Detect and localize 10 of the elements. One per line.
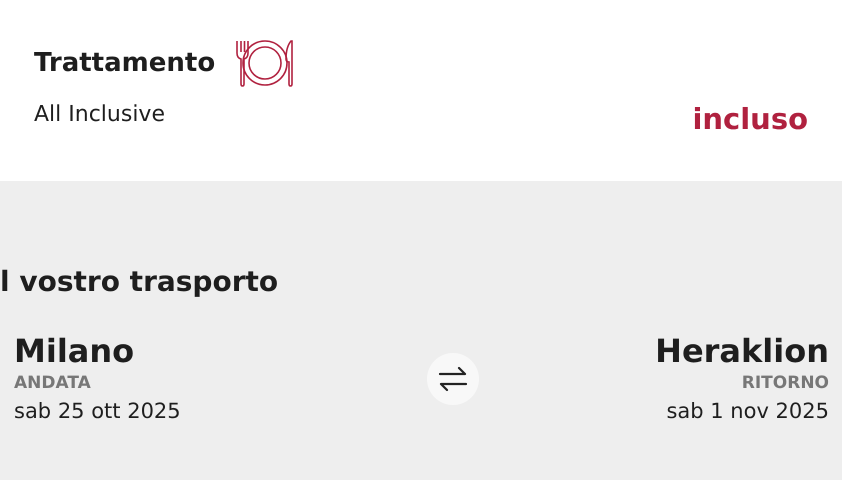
board-price: incluso bbox=[692, 102, 808, 136]
leg-date: sab 25 ott 2025 bbox=[14, 399, 181, 424]
leg-date: sab 1 nov 2025 bbox=[666, 399, 829, 424]
leg-label: RITORNO bbox=[742, 373, 829, 394]
city-name: Milano bbox=[14, 334, 136, 370]
board-title: Trattamento bbox=[34, 48, 216, 78]
transport-title: l vostro trasporto bbox=[0, 265, 280, 298]
leg-label: ANDATA bbox=[14, 373, 92, 394]
city-name: Heraklion bbox=[655, 334, 829, 370]
board-value: All Inclusive bbox=[34, 102, 166, 127]
